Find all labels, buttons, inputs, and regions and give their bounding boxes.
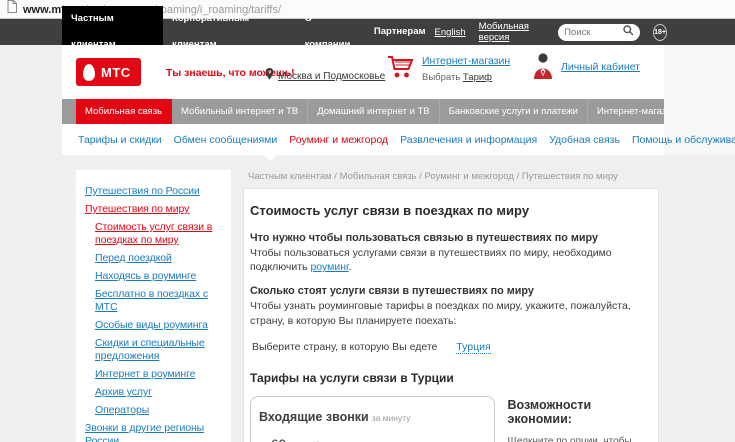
online-shop-link[interactable]: Интернет-магазин — [422, 55, 510, 67]
subnav-roaming[interactable]: Роуминг и межгород — [289, 134, 388, 146]
content-panel: Стоимость услуг связи в поездках по миру… — [243, 188, 659, 442]
tariff-name: Входящие звонкиза минуту — [259, 410, 486, 424]
sidebar-item-discounts[interactable]: Скидки и специальные предложения — [95, 337, 229, 363]
subnav-messaging[interactable]: Обмен сообщениями — [174, 134, 278, 146]
section-text-what-you-need: Чтобы пользоваться услугами связи в путе… — [250, 246, 646, 274]
subnav-support[interactable]: Помощь и обслуживание — [632, 134, 735, 146]
tariff-link[interactable]: Тариф — [463, 72, 492, 83]
region-selector[interactable]: Москва и Подмосковье — [265, 67, 385, 85]
page-title: Стоимость услуг связи в поездках по миру — [250, 203, 648, 218]
savings-panel: Возможности экономии: Щелкните по опции,… — [508, 396, 648, 442]
subnav-convenience[interactable]: Удобная связь — [549, 134, 620, 146]
tab-home-internet-tv[interactable]: Домашний интернет и ТВ — [308, 99, 439, 124]
search-icon[interactable] — [623, 23, 634, 41]
section-heading-cost: Сколько стоят услуги связи в путешествия… — [250, 285, 648, 297]
subnav-entertainment[interactable]: Развлечения и информация — [400, 134, 537, 146]
subnav-tariffs[interactable]: Тарифы и скидки — [78, 134, 162, 146]
sidebar-item-free-with-mts[interactable]: Бесплатно в поездках с МТС — [95, 288, 229, 314]
top-navigation: Частным клиентам Корпоративным клиентам … — [0, 19, 735, 45]
sidebar-item-before-trip[interactable]: Перед поездкой — [95, 252, 229, 265]
cart-icon[interactable] — [387, 54, 415, 85]
tariffs-layout: Входящие звонкиза минуту 60,00 руб. Все … — [250, 396, 648, 442]
sidebar-menu: Путешествия по России Путешествия по мир… — [76, 170, 231, 442]
sidebar-item-internet-roaming[interactable]: Интернет в роуминге — [95, 368, 229, 381]
tariff-name-text: Входящие звонки — [259, 410, 369, 424]
sidebar-item-calls-regions[interactable]: Звонки в другие регионы России — [85, 422, 229, 442]
tariff-unit: за минуту — [372, 413, 411, 423]
search-box[interactable] — [558, 24, 640, 41]
site-header: МТС Ты знаешь, что можешь! Москва и Подм… — [62, 45, 664, 99]
search-input[interactable] — [564, 27, 620, 38]
sidebar-item-special-roaming[interactable]: Особые виды роуминга — [95, 319, 229, 332]
country-select-row: Выберите страну, в которую Вы едете Турц… — [252, 341, 648, 353]
tab-mobile[interactable]: Мобильная связь — [76, 99, 172, 124]
choose-label: Выбрать — [422, 72, 460, 83]
breadcrumb: Частным клиентам / Мобильная связь / Роу… — [248, 171, 659, 182]
content-region: Путешествия по России Путешествия по мир… — [62, 155, 664, 442]
savings-title: Возможности экономии: — [508, 398, 648, 426]
active-subnav-notch — [263, 155, 277, 161]
region-link[interactable]: Москва и Подмосковье — [278, 71, 385, 82]
sidebar-item-service-archive[interactable]: Архив услуг — [95, 386, 229, 399]
country-select-link[interactable]: Турция — [456, 341, 490, 354]
main-area: Частным клиентам / Мобильная связь / Роу… — [243, 155, 659, 442]
sidebar-item-operators[interactable]: Операторы — [95, 404, 229, 417]
country-select-label: Выберите страну, в которую Вы едете — [252, 341, 437, 353]
sidebar-item-travel-world[interactable]: Путешествия по миру — [85, 203, 229, 216]
location-pin-icon — [265, 67, 274, 85]
roaming-link[interactable]: роуминг — [310, 261, 348, 273]
person-icon[interactable] — [532, 52, 554, 85]
tab-mobile-internet-tv[interactable]: Мобильный интернет и ТВ — [172, 99, 308, 124]
tab-banking[interactable]: Банковские услуги и платежи — [440, 99, 588, 124]
tariff-entry-incoming: Входящие звонкиза минуту 60,00 руб. Все … — [259, 410, 486, 442]
page-icon — [7, 0, 17, 18]
text-after-roaming-link: . — [349, 261, 352, 273]
tariff-price-row: 60,00 руб. Все входящие звонки — [271, 437, 486, 442]
topnav-item-partners[interactable]: Партнерам — [365, 19, 435, 45]
tariff-card: Входящие звонкиза минуту 60,00 руб. Все … — [250, 396, 495, 442]
online-shop-block: Интернет-магазин Выбрать Тариф — [422, 55, 510, 85]
tariffs-heading: Тарифы на услуги связи в Турции — [250, 371, 648, 385]
section-text-cost: Чтобы узнать роуминговые тарифы в поездк… — [250, 299, 646, 327]
section-heading-what-you-need: Что нужно чтобы пользоваться связью в пу… — [250, 232, 648, 244]
english-link[interactable]: English — [435, 27, 466, 38]
choose-tariff-row: Выбрать Тариф — [422, 72, 492, 83]
topnav-right-group: English Мобильная версия 18+ — [435, 21, 735, 43]
egg-icon — [83, 64, 95, 81]
personal-account-link[interactable]: Личный кабинет — [561, 61, 640, 73]
sub-navigation: Тарифы и скидки Обмен сообщениями Роумин… — [62, 124, 664, 155]
sidebar-item-travel-russia[interactable]: Путешествия по России — [85, 185, 229, 198]
age-18-badge: 18+ — [653, 24, 667, 41]
mts-logo[interactable]: МТС — [76, 58, 141, 86]
savings-text: Щелкните по опции, чтобы узнать, как она… — [508, 435, 648, 442]
mobile-version-link[interactable]: Мобильная версия — [479, 21, 545, 43]
text-before-roaming-link: Чтобы пользоваться услугами связи в путе… — [250, 247, 612, 273]
sidebar-item-while-roaming[interactable]: Находясь в роуминге — [95, 270, 229, 283]
sidebar-item-cost-world-trips[interactable]: Стоимость услуг связи в поездках по миру — [95, 221, 229, 247]
tariff-price-int: 60 — [271, 437, 286, 442]
logo-text: МТС — [101, 65, 131, 80]
main-section-nav: Мобильная связь Мобильный интернет и ТВ … — [62, 99, 664, 124]
